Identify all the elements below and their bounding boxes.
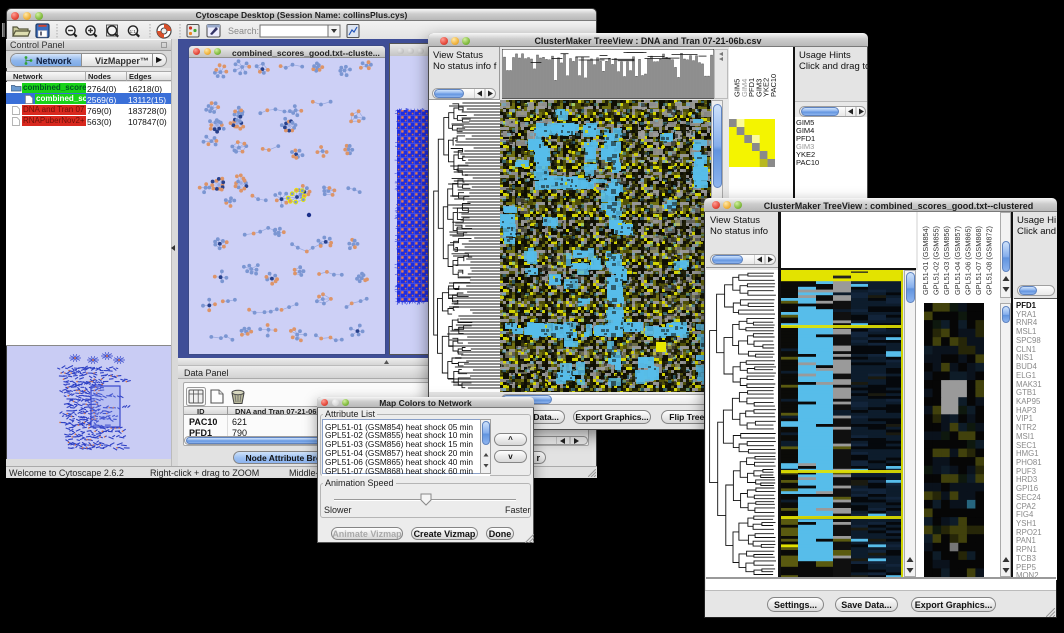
svg-text:GPL51-08 (GSM872): GPL51-08 (GSM872) <box>985 226 994 295</box>
svg-text:GPL51-03 (GSM856): GPL51-03 (GSM856) <box>942 226 951 295</box>
svg-text:GPL51-04 (GSM857): GPL51-04 (GSM857) <box>953 226 962 295</box>
svg-text:GPL51-07 (GSM868): GPL51-07 (GSM868) <box>974 226 983 295</box>
svg-text:1:1: 1:1 <box>130 29 137 34</box>
svg-text:PAC10: PAC10 <box>769 74 778 97</box>
svg-text:Search:: Search: <box>228 26 259 36</box>
svg-text:GPL51-06 (GSM865): GPL51-06 (GSM865) <box>963 226 972 295</box>
svg-text:GPL51-01 (GSM854): GPL51-01 (GSM854) <box>921 226 930 295</box>
svg-text:GPL51-02 (GSM855): GPL51-02 (GSM855) <box>932 226 941 295</box>
